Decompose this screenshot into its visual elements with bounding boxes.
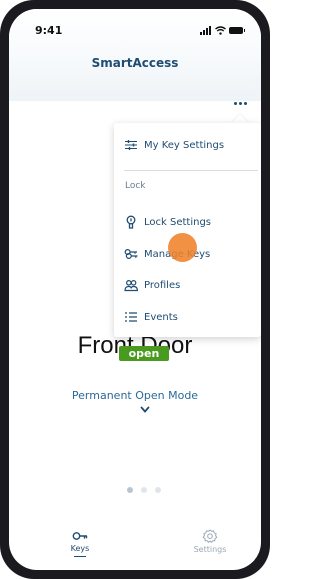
menu-item-events[interactable]: Events: [114, 304, 261, 330]
page-dot[interactable]: [155, 487, 161, 493]
tab-settings[interactable]: Settings: [185, 524, 235, 564]
tab-keys[interactable]: Keys: [55, 524, 105, 564]
users-icon: [124, 280, 138, 292]
page-dot[interactable]: [127, 487, 133, 493]
active-tab-indicator: [74, 556, 86, 557]
menu-item-profiles[interactable]: Profiles: [114, 272, 261, 298]
chevron-down-icon[interactable]: [140, 406, 150, 414]
battery-icon: [229, 26, 245, 34]
signal-icon: [200, 25, 212, 35]
lock-icon: [126, 215, 136, 229]
key-icon: [72, 532, 88, 540]
more-dots-icon: [233, 101, 237, 105]
menu-item-label: Events: [144, 311, 178, 323]
status-badge: open: [119, 346, 169, 361]
tab-settings-label: Settings: [193, 545, 227, 554]
keys-icon: [124, 248, 138, 260]
status-time: 9:41: [35, 24, 63, 37]
lock-mode-button[interactable]: Permanent Open Mode: [9, 389, 261, 402]
menu-section-label: Lock: [125, 181, 146, 191]
menu-item-label: Profiles: [144, 279, 181, 291]
gear-icon: [202, 529, 218, 543]
menu-item-lock-settings[interactable]: Lock Settings: [114, 209, 261, 235]
sliders-icon: [125, 140, 137, 150]
page-dot[interactable]: [141, 487, 147, 493]
app-screen: 9:41 SmartAccess Front Door open Permane…: [9, 9, 261, 570]
menu-item-my-key-settings[interactable]: My Key Settings: [114, 132, 261, 158]
menu-item-label: Lock Settings: [144, 216, 211, 228]
status-icons: [200, 24, 245, 36]
menu-item-label: My Key Settings: [144, 139, 225, 151]
menu-divider: [124, 170, 258, 171]
page-indicator: [127, 487, 161, 493]
more-options-button[interactable]: [232, 97, 248, 109]
app-title: SmartAccess: [91, 56, 179, 70]
device-frame: 9:41 SmartAccess Front Door open Permane…: [0, 0, 270, 579]
list-icon: [125, 312, 137, 322]
wifi-icon: [215, 25, 226, 35]
dropdown-menu: My Key Settings Lock Lock Settings Manag…: [114, 123, 261, 337]
touch-indicator: [168, 233, 197, 262]
status-bar: 9:41: [9, 9, 261, 45]
tab-keys-label: Keys: [70, 544, 90, 553]
